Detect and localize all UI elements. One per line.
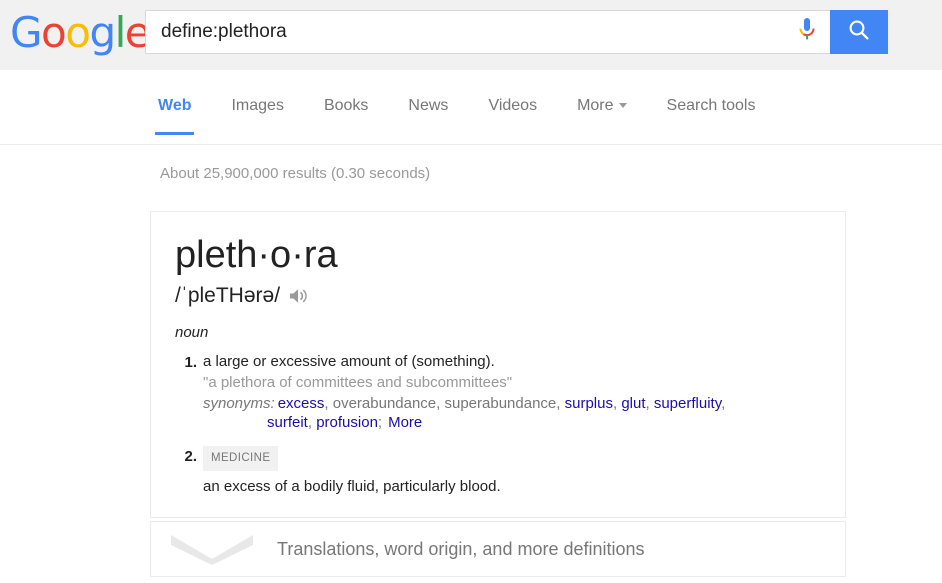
- chevron-down-icon: [169, 533, 255, 565]
- status-badge: MEDICINE: [203, 446, 279, 471]
- search-icon: [847, 18, 871, 47]
- sense-item-2: 2. MEDICINE an excess of a bodily fluid,…: [175, 446, 825, 498]
- tab-news[interactable]: News: [408, 97, 448, 135]
- synonyms-more-link[interactable]: More: [388, 414, 422, 431]
- synonym-link-2[interactable]: profusion: [316, 414, 378, 431]
- logo-letter-g2: g: [89, 8, 116, 57]
- expand-more-definitions-row[interactable]: Translations, word origin, and more defi…: [150, 521, 846, 577]
- pronunciation-text: /ˈpleTHərə/: [175, 284, 281, 307]
- synonym-text-5: ,: [556, 395, 565, 412]
- sense-definition-1: a large or excessive amount of (somethin…: [203, 353, 495, 370]
- synonym-text-1: ,: [307, 414, 317, 431]
- tab-more[interactable]: More: [577, 97, 627, 135]
- search-header: Google: [0, 0, 942, 70]
- logo-letter-g1: G: [10, 8, 43, 57]
- sense-example-1: "a plethora of committees and subcommitt…: [203, 374, 513, 391]
- page-title: pleth·o·ra: [175, 234, 338, 276]
- synonym-text-9: ,: [645, 395, 654, 412]
- search-nav-bar: Web Images Books News Videos More Search…: [0, 70, 942, 145]
- speaker-icon[interactable]: [289, 287, 309, 305]
- sense-number-1: 1.: [184, 354, 197, 371]
- synonyms-line-2: surfeit, profusion;: [267, 414, 382, 431]
- tab-images-label: Images: [231, 97, 284, 114]
- synonyms-line-1: excess, overabundance, superabundance, s…: [278, 395, 726, 412]
- synonym-link-0[interactable]: surfeit: [267, 414, 308, 431]
- dictionary-card: pleth·o·ra /ˈpleTHərə/ noun 1. a large o…: [150, 211, 846, 518]
- search-bar[interactable]: [145, 10, 888, 54]
- sense-number-2: 2.: [184, 448, 197, 465]
- synonyms-label: synonyms:: [203, 395, 275, 412]
- logo-letter-o1: o: [41, 8, 67, 57]
- sense-definition-2: an excess of a bodily fluid, particularl…: [203, 478, 501, 495]
- synonym-text-11: ,: [721, 395, 726, 412]
- nav-tab-list: Web Images Books News Videos More Search…: [154, 97, 795, 145]
- tab-web[interactable]: Web: [154, 97, 196, 135]
- sense-list: 1. a large or excessive amount of (somet…: [175, 352, 825, 510]
- synonym-text-3: ;: [377, 414, 383, 431]
- pronunciation-row: /ˈpleTHərə/: [175, 284, 309, 308]
- synonym-text-1: ,: [324, 395, 333, 412]
- part-of-speech-label: noun: [175, 324, 209, 341]
- synonym-link-6[interactable]: surplus: [565, 395, 613, 412]
- synonym-link-0[interactable]: excess: [278, 395, 325, 412]
- tab-news-label: News: [408, 97, 449, 114]
- tab-search-tools-label: Search tools: [666, 97, 756, 114]
- google-logo[interactable]: Google: [10, 12, 151, 54]
- microphone-icon: [798, 17, 816, 48]
- tab-web-label: Web: [158, 97, 192, 114]
- sense-body-2: MEDICINE an excess of a bodily fluid, pa…: [203, 446, 825, 498]
- search-button[interactable]: [830, 10, 888, 54]
- logo-letter-l: l: [114, 8, 127, 57]
- synonyms-line-2-wrap: surfeit, profusion; More: [203, 413, 825, 432]
- tab-images[interactable]: Images: [231, 97, 283, 135]
- synonyms-row: synonyms: excess, overabundance, superabu…: [203, 394, 825, 432]
- synonym-text-4: superabundance: [444, 395, 557, 412]
- synonym-link-10[interactable]: superfluity: [654, 395, 721, 412]
- expand-more-definitions-label: Translations, word origin, and more defi…: [277, 538, 645, 559]
- tab-search-tools[interactable]: Search tools: [667, 97, 756, 135]
- voice-search-button[interactable]: [784, 11, 830, 53]
- sense-body-1: a large or excessive amount of (somethin…: [203, 352, 825, 432]
- synonym-text-3: ,: [436, 395, 445, 412]
- synonym-text-2: overabundance: [332, 395, 437, 412]
- logo-letter-o2: o: [65, 8, 91, 57]
- synonym-link-8[interactable]: glut: [621, 395, 645, 412]
- chevron-down-icon: [618, 103, 627, 109]
- tab-books-label: Books: [323, 97, 369, 114]
- search-input[interactable]: [146, 11, 784, 53]
- tab-videos-label: Videos: [488, 97, 538, 114]
- tab-more-label: More: [577, 97, 614, 114]
- result-stats: About 25,900,000 results (0.30 seconds): [160, 165, 431, 182]
- sense-item-1: 1. a large or excessive amount of (somet…: [175, 352, 825, 432]
- tab-videos[interactable]: Videos: [488, 97, 537, 135]
- tab-books[interactable]: Books: [324, 97, 368, 135]
